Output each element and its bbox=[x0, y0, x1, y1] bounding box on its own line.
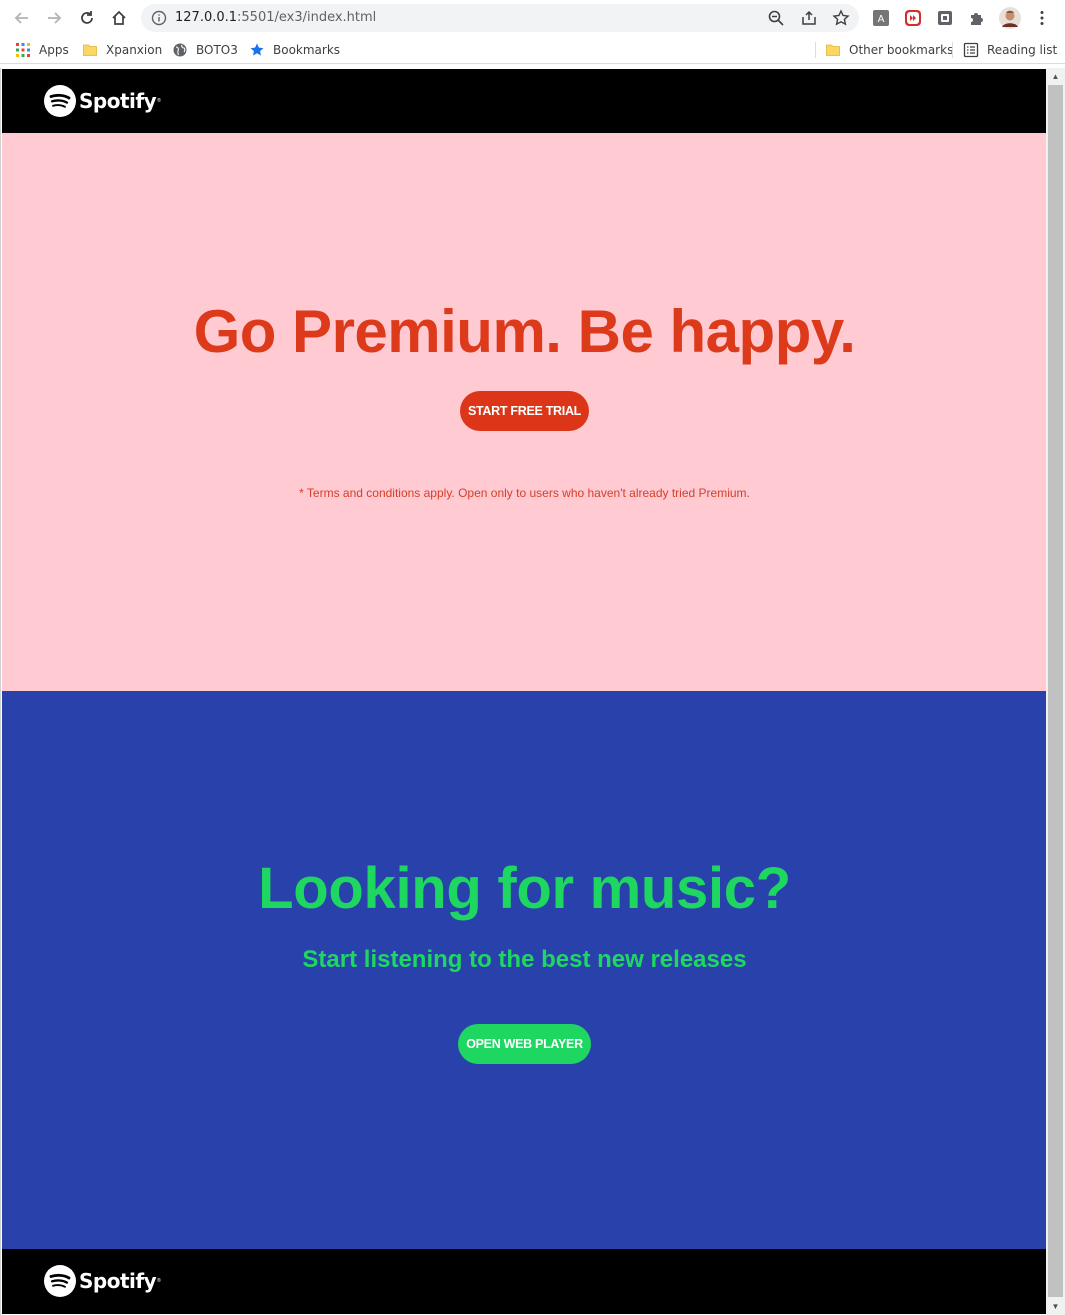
reload-icon[interactable] bbox=[75, 6, 99, 30]
bookmarks-divider bbox=[952, 42, 953, 58]
other-bookmarks-label: Other bookmarks bbox=[849, 43, 954, 57]
page: Spotify ® Go Premium. Be happy. START FRE… bbox=[2, 69, 1047, 1314]
bookmark-xpanxion[interactable]: Xpanxion bbox=[82, 42, 162, 58]
bookmark-apps[interactable]: Apps bbox=[15, 42, 69, 58]
url-host: 127.0.0.1 bbox=[175, 10, 238, 25]
scroll-up-arrow-icon[interactable]: ▲ bbox=[1051, 72, 1060, 81]
logo-wordmark: Spotify bbox=[79, 89, 157, 113]
premium-section: Go Premium. Be happy. START FREE TRIAL *… bbox=[2, 133, 1047, 691]
back-arrow-icon[interactable] bbox=[10, 6, 34, 30]
start-free-trial-button[interactable]: START FREE TRIAL bbox=[460, 391, 589, 431]
registered-mark: ® bbox=[157, 98, 161, 104]
extensions-puzzle-icon[interactable] bbox=[968, 9, 986, 27]
share-icon[interactable] bbox=[800, 9, 818, 27]
address-bar[interactable]: 127.0.0.1:5501/ex3/index.html bbox=[141, 4, 859, 32]
bookmark-boto3[interactable]: BOTO3 bbox=[172, 42, 238, 58]
folder-icon bbox=[82, 42, 98, 58]
home-icon[interactable] bbox=[107, 6, 131, 30]
bookmark-star-icon[interactable] bbox=[832, 9, 850, 27]
bookmarks-bar: Apps Xpanxion BOTO3 Bookmarks Other book… bbox=[0, 36, 1065, 64]
reading-list-label: Reading list bbox=[987, 43, 1058, 57]
forward-arrow-icon[interactable] bbox=[42, 6, 66, 30]
spotify-logo[interactable]: Spotify ® bbox=[44, 1265, 161, 1297]
reading-list-icon bbox=[963, 42, 979, 58]
scrollbar-thumb[interactable] bbox=[1048, 85, 1063, 1297]
reading-list[interactable]: Reading list bbox=[963, 42, 1057, 58]
svg-text:A: A bbox=[878, 14, 885, 25]
browser-menu-icon[interactable] bbox=[1033, 9, 1051, 27]
bookmark-label: Apps bbox=[39, 43, 69, 57]
bookmark-bookmarks[interactable]: Bookmarks bbox=[249, 42, 340, 58]
music-subtitle: Start listening to the best new releases bbox=[302, 946, 747, 973]
bookmark-label: Xpanxion bbox=[106, 43, 163, 57]
star-icon bbox=[249, 42, 265, 58]
spotify-logo-icon bbox=[44, 85, 76, 117]
open-web-player-button[interactable]: OPEN WEB PLAYER bbox=[458, 1024, 591, 1064]
page-viewport: Spotify ® Go Premium. Be happy. START FRE… bbox=[0, 68, 1065, 1315]
other-bookmarks[interactable]: Other bookmarks bbox=[825, 42, 953, 58]
registered-mark: ® bbox=[157, 1278, 161, 1284]
site-footer: Spotify ® bbox=[2, 1249, 1047, 1314]
profile-avatar[interactable] bbox=[999, 7, 1021, 29]
zoom-icon[interactable] bbox=[767, 9, 785, 27]
url-text: 127.0.0.1:5501/ex3/index.html bbox=[175, 10, 376, 25]
puzzle-tab-extension-icon[interactable] bbox=[936, 9, 954, 27]
url-path: :5501/ex3/index.html bbox=[237, 10, 377, 25]
site-info-icon[interactable] bbox=[151, 10, 167, 26]
bookmarks-divider bbox=[815, 42, 816, 58]
media-extension-icon[interactable] bbox=[904, 9, 922, 27]
translate-extension-icon[interactable]: A bbox=[872, 9, 890, 27]
bookmark-label: BOTO3 bbox=[196, 43, 238, 57]
terms-text: * Terms and conditions apply. Open only … bbox=[299, 486, 750, 500]
music-title: Looking for music? bbox=[258, 856, 791, 921]
apps-grid-icon bbox=[15, 42, 31, 58]
logo-wordmark: Spotify bbox=[79, 1269, 157, 1293]
premium-title: Go Premium. Be happy. bbox=[193, 298, 856, 365]
browser-toolbar: 127.0.0.1:5501/ex3/index.html A bbox=[0, 0, 1065, 36]
globe-icon bbox=[172, 42, 188, 58]
spotify-logo[interactable]: Spotify ® bbox=[44, 85, 161, 117]
site-header: Spotify ® bbox=[2, 69, 1047, 133]
spotify-logo-icon bbox=[44, 1265, 76, 1297]
page-scrollbar[interactable]: ▲ ▼ bbox=[1046, 68, 1065, 1315]
music-section: Looking for music? Start listening to th… bbox=[2, 691, 1047, 1249]
folder-icon bbox=[825, 42, 841, 58]
bookmark-label: Bookmarks bbox=[273, 43, 341, 57]
scroll-down-arrow-icon[interactable]: ▼ bbox=[1051, 1302, 1060, 1311]
